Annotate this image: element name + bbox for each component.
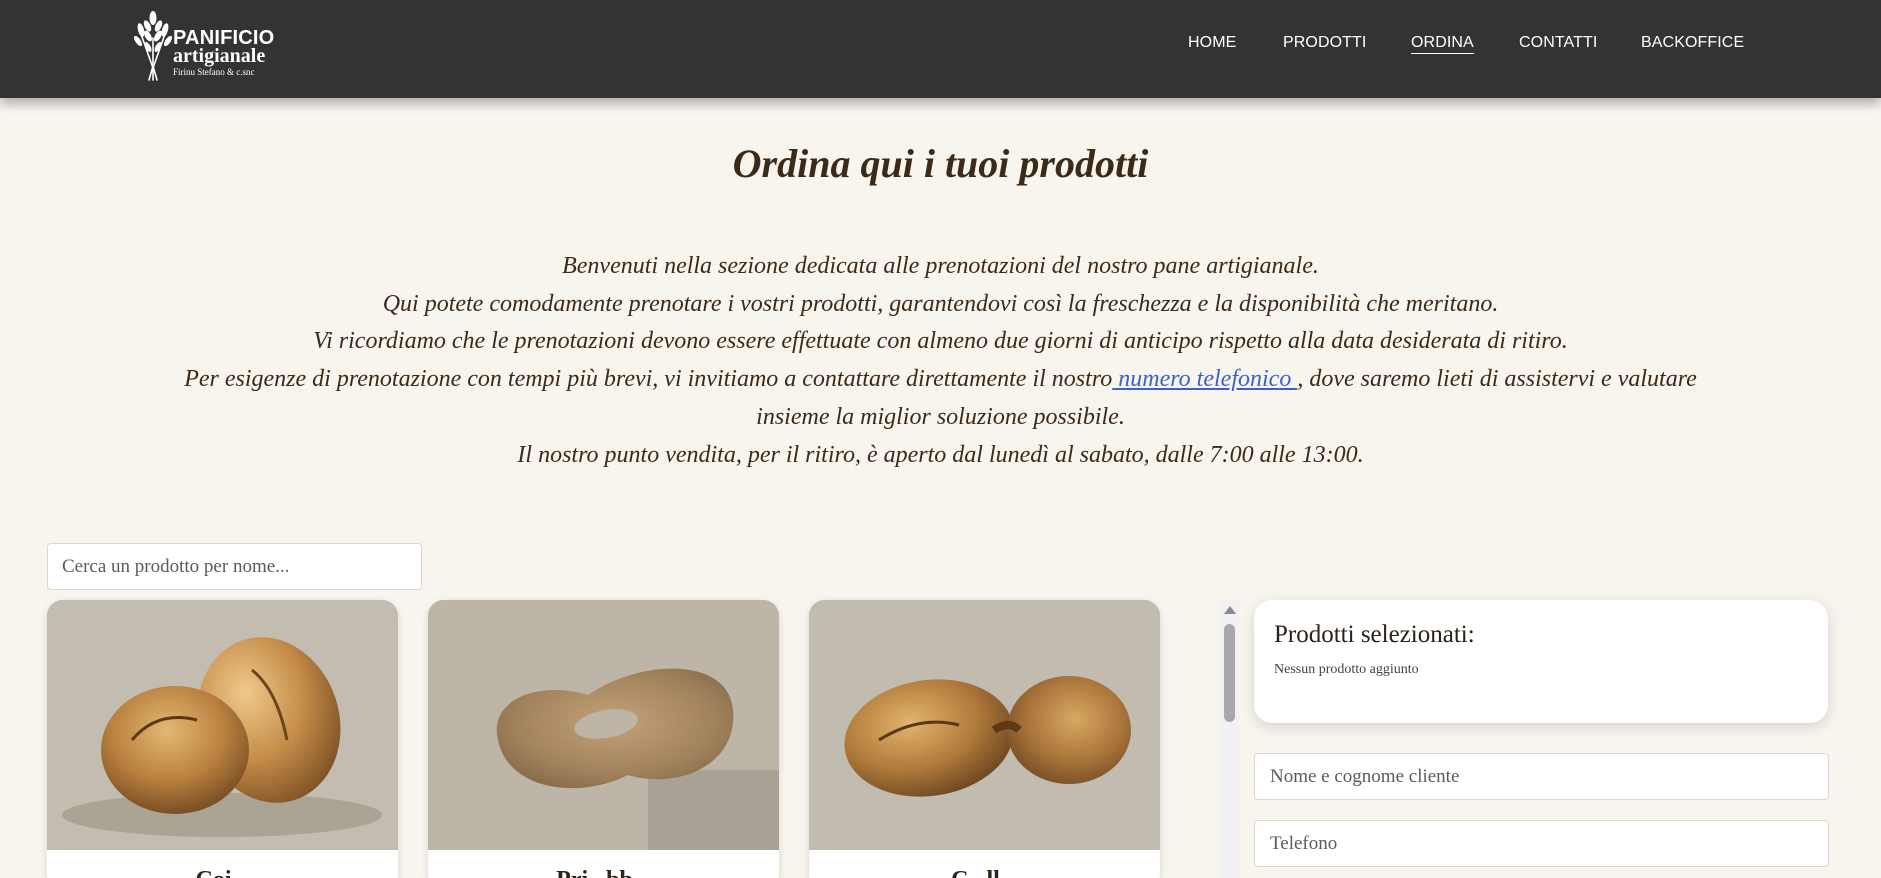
phone-input[interactable]: [1254, 820, 1829, 867]
selected-products-panel: Prodotti selezionati: Nessun prodotto ag…: [1254, 600, 1828, 723]
logo-owner: Firinu Stefano & c.snc: [173, 67, 255, 77]
intro-line-hours: Il nostro punto vendita, per il ritiro, …: [517, 441, 1364, 468]
product-search-input[interactable]: [47, 543, 422, 590]
phone-link[interactable]: numero telefonico: [1112, 366, 1297, 392]
nav-prodotti[interactable]: PRODOTTI: [1283, 33, 1366, 53]
empty-cart-message: Nessun prodotto aggiunto: [1274, 662, 1419, 677]
product-name: C...ll...: [809, 866, 1160, 878]
product-image: [809, 600, 1160, 850]
intro-text: Benvenuti nella sezione dedicata alle pr…: [180, 248, 1701, 474]
nav-backoffice[interactable]: BACKOFFICE: [1641, 33, 1744, 53]
product-image: [428, 600, 779, 850]
selected-products-title: Prodotti selezionati:: [1274, 621, 1475, 648]
product-name: Pri...bb...: [428, 866, 779, 878]
scroll-thumb[interactable]: [1224, 624, 1235, 722]
scroll-up-arrow-icon[interactable]: [1224, 606, 1236, 614]
intro-line: Vi ricordiamo che le prenotazioni devono…: [313, 328, 1568, 355]
products-scrollbar[interactable]: [1220, 600, 1239, 878]
intro-line: Benvenuti nella sezione dedicata alle pr…: [562, 253, 1319, 279]
top-navbar: PANIFICIO artigianale Firinu Stefano & c…: [0, 0, 1881, 98]
main-nav: HOME PRODOTTI ORDINA CONTATTI BACKOFFICE: [0, 33, 1881, 55]
intro-line-contact: Per esigenze di prenotazione con tempi p…: [180, 361, 1701, 436]
product-card[interactable]: C...ll...: [809, 600, 1160, 878]
customer-name-input[interactable]: [1254, 753, 1829, 800]
nav-contatti[interactable]: CONTATTI: [1519, 33, 1597, 53]
intro-line-part: Per esigenze di prenotazione con tempi p…: [184, 366, 1113, 393]
product-card[interactable]: Coi...: [47, 600, 398, 878]
nav-ordina[interactable]: ORDINA: [1411, 33, 1474, 54]
product-image: [47, 600, 398, 850]
product-name: Coi...: [47, 866, 398, 878]
product-card[interactable]: Pri...bb...: [428, 600, 779, 878]
nav-home[interactable]: HOME: [1188, 33, 1236, 53]
intro-line: Qui potete comodamente prenotare i vostr…: [382, 290, 1499, 317]
page-title: Ordina qui i tuoi prodotti: [732, 141, 1149, 186]
